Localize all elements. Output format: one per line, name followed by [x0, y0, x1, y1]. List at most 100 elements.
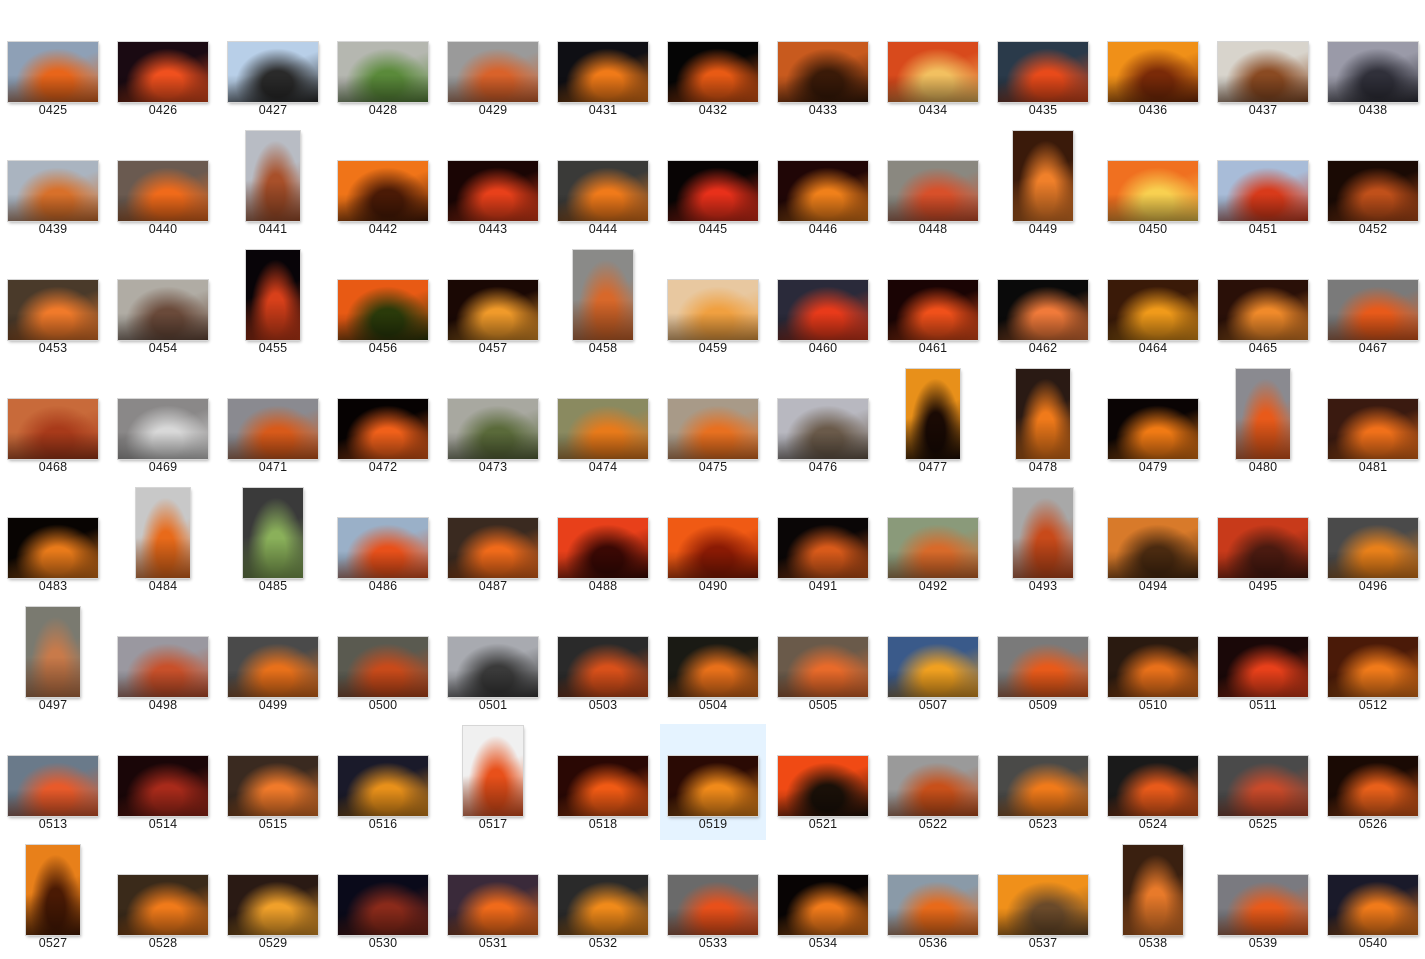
file-item[interactable]: 0517	[440, 724, 546, 840]
file-item[interactable]: 0539	[1210, 843, 1316, 959]
file-item[interactable]: 0445	[660, 129, 766, 245]
file-item[interactable]: 0500	[330, 605, 436, 721]
file-item[interactable]: 0494	[1100, 486, 1206, 602]
file-item[interactable]: 0507	[880, 605, 986, 721]
file-item[interactable]: 0490	[660, 486, 766, 602]
file-item[interactable]: 0473	[440, 367, 546, 483]
file-item[interactable]: 0450	[1100, 129, 1206, 245]
file-item[interactable]: 0469	[110, 367, 216, 483]
file-item[interactable]: 0540	[1320, 843, 1425, 959]
file-item[interactable]: 0460	[770, 248, 876, 364]
file-item[interactable]: 0532	[550, 843, 656, 959]
file-item[interactable]: 0497	[0, 605, 106, 721]
file-item[interactable]: 0486	[330, 486, 436, 602]
file-item[interactable]: 0443	[440, 129, 546, 245]
file-item[interactable]: 0533	[660, 843, 766, 959]
file-item[interactable]: 0453	[0, 248, 106, 364]
file-item[interactable]: 0436	[1100, 10, 1206, 126]
file-item[interactable]: 0426	[110, 10, 216, 126]
file-item[interactable]: 0536	[880, 843, 986, 959]
file-item[interactable]: 0488	[550, 486, 656, 602]
file-item[interactable]: 0505	[770, 605, 876, 721]
file-item[interactable]: 0440	[110, 129, 216, 245]
file-item[interactable]: 0529	[220, 843, 326, 959]
file-item[interactable]: 0498	[110, 605, 216, 721]
file-item[interactable]: 0431	[550, 10, 656, 126]
file-item[interactable]: 0464	[1100, 248, 1206, 364]
file-item[interactable]: 0432	[660, 10, 766, 126]
file-item[interactable]: 0496	[1320, 486, 1425, 602]
file-item[interactable]: 0501	[440, 605, 546, 721]
file-item[interactable]: 0526	[1320, 724, 1425, 840]
file-item[interactable]: 0513	[0, 724, 106, 840]
file-item[interactable]: 0427	[220, 10, 326, 126]
file-item[interactable]: 0521	[770, 724, 876, 840]
file-item[interactable]: 0523	[990, 724, 1096, 840]
file-item[interactable]: 0451	[1210, 129, 1316, 245]
file-item[interactable]: 0480	[1210, 367, 1316, 483]
file-item[interactable]: 0512	[1320, 605, 1425, 721]
file-item[interactable]: 0487	[440, 486, 546, 602]
file-item[interactable]: 0459	[660, 248, 766, 364]
file-item[interactable]: 0493	[990, 486, 1096, 602]
file-item[interactable]: 0484	[110, 486, 216, 602]
file-item[interactable]: 0429	[440, 10, 546, 126]
file-item[interactable]: 0439	[0, 129, 106, 245]
file-item[interactable]: 0522	[880, 724, 986, 840]
file-item[interactable]: 0514	[110, 724, 216, 840]
file-item[interactable]: 0525	[1210, 724, 1316, 840]
file-item[interactable]: 0446	[770, 129, 876, 245]
file-item[interactable]: 0471	[220, 367, 326, 483]
file-item[interactable]: 0503	[550, 605, 656, 721]
file-item[interactable]: 0449	[990, 129, 1096, 245]
file-item[interactable]: 0475	[660, 367, 766, 483]
file-item[interactable]: 0454	[110, 248, 216, 364]
file-item[interactable]: 0456	[330, 248, 436, 364]
file-item[interactable]: 0433	[770, 10, 876, 126]
file-item[interactable]: 0495	[1210, 486, 1316, 602]
file-item[interactable]: 0462	[990, 248, 1096, 364]
file-item[interactable]: 0516	[330, 724, 436, 840]
file-item[interactable]: 0531	[440, 843, 546, 959]
file-item[interactable]: 0441	[220, 129, 326, 245]
file-item[interactable]: 0511	[1210, 605, 1316, 721]
file-item[interactable]: 0519	[660, 724, 766, 840]
file-item[interactable]: 0435	[990, 10, 1096, 126]
file-item[interactable]: 0425	[0, 10, 106, 126]
file-item[interactable]: 0485	[220, 486, 326, 602]
file-item[interactable]: 0452	[1320, 129, 1425, 245]
file-item[interactable]: 0434	[880, 10, 986, 126]
file-item[interactable]: 0455	[220, 248, 326, 364]
file-item[interactable]: 0461	[880, 248, 986, 364]
file-item[interactable]: 0467	[1320, 248, 1425, 364]
file-item[interactable]: 0457	[440, 248, 546, 364]
file-item[interactable]: 0478	[990, 367, 1096, 483]
file-item[interactable]: 0528	[110, 843, 216, 959]
file-item[interactable]: 0468	[0, 367, 106, 483]
file-item[interactable]: 0472	[330, 367, 436, 483]
file-item[interactable]: 0492	[880, 486, 986, 602]
file-item[interactable]: 0437	[1210, 10, 1316, 126]
file-item[interactable]: 0515	[220, 724, 326, 840]
file-item[interactable]: 0442	[330, 129, 436, 245]
file-item[interactable]: 0477	[880, 367, 986, 483]
file-item[interactable]: 0444	[550, 129, 656, 245]
file-item[interactable]: 0504	[660, 605, 766, 721]
file-item[interactable]: 0476	[770, 367, 876, 483]
file-item[interactable]: 0530	[330, 843, 436, 959]
file-item[interactable]: 0509	[990, 605, 1096, 721]
file-item[interactable]: 0527	[0, 843, 106, 959]
file-item[interactable]: 0458	[550, 248, 656, 364]
file-item[interactable]: 0518	[550, 724, 656, 840]
file-item[interactable]: 0481	[1320, 367, 1425, 483]
file-item[interactable]: 0438	[1320, 10, 1425, 126]
file-item[interactable]: 0428	[330, 10, 436, 126]
file-item[interactable]: 0538	[1100, 843, 1206, 959]
file-item[interactable]: 0534	[770, 843, 876, 959]
file-item[interactable]: 0479	[1100, 367, 1206, 483]
file-item[interactable]: 0474	[550, 367, 656, 483]
file-item[interactable]: 0448	[880, 129, 986, 245]
file-item[interactable]: 0491	[770, 486, 876, 602]
file-item[interactable]: 0499	[220, 605, 326, 721]
file-item[interactable]: 0537	[990, 843, 1096, 959]
